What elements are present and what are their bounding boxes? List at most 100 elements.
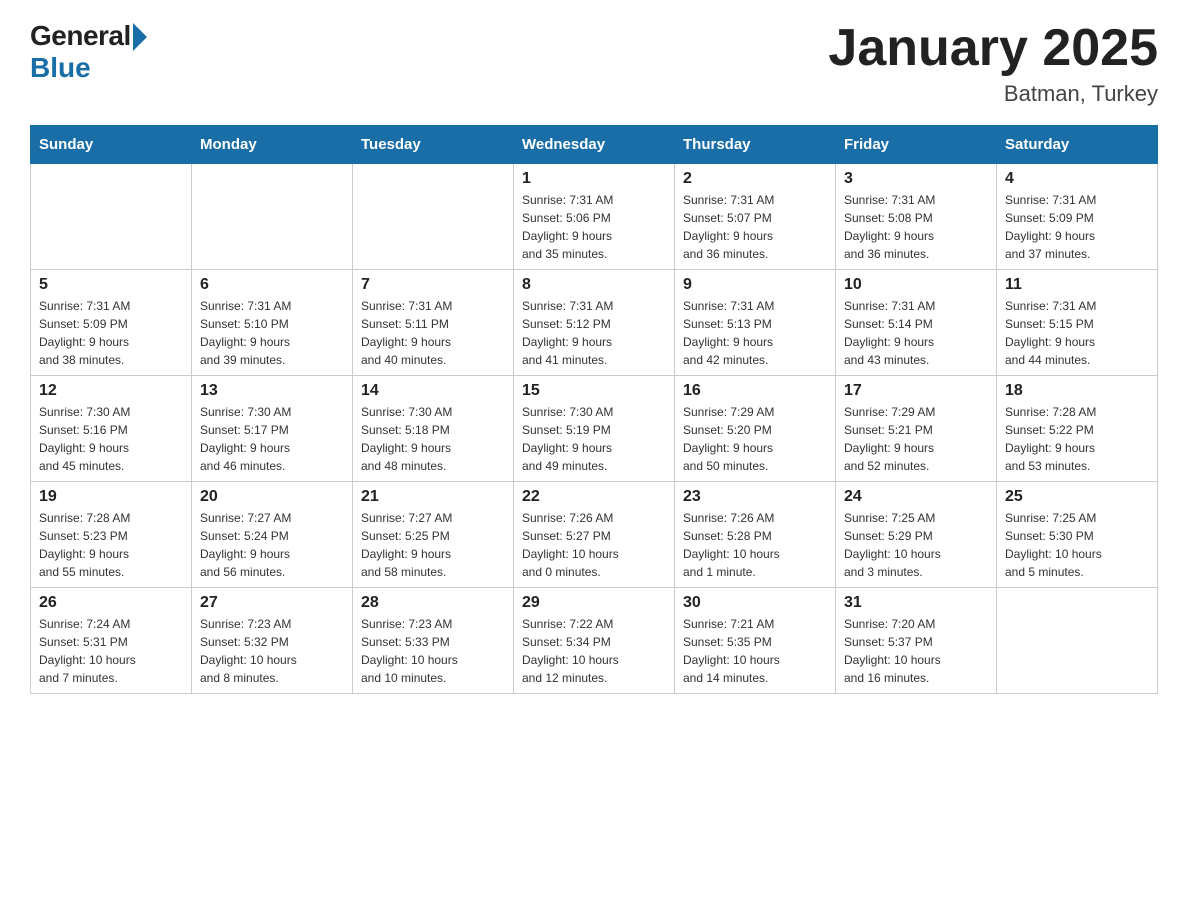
day-number: 10	[844, 276, 988, 294]
calendar-week-row: 1 Sunrise: 7:31 AMSunset: 5:06 PMDaylight…	[31, 164, 1158, 270]
calendar-week-row: 5 Sunrise: 7:31 AMSunset: 5:09 PMDaylight…	[31, 270, 1158, 376]
header-cell-tuesday: Tuesday	[353, 126, 514, 164]
calendar-cell: 22 Sunrise: 7:26 AMSunset: 5:27 PMDayligh…	[514, 482, 675, 588]
calendar-week-row: 12 Sunrise: 7:30 AMSunset: 5:16 PMDayligh…	[31, 376, 1158, 482]
day-info: Sunrise: 7:25 AMSunset: 5:29 PMDaylight:…	[844, 509, 988, 581]
day-info: Sunrise: 7:20 AMSunset: 5:37 PMDaylight:…	[844, 615, 988, 687]
header-cell-thursday: Thursday	[675, 126, 836, 164]
calendar-cell: 23 Sunrise: 7:26 AMSunset: 5:28 PMDayligh…	[675, 482, 836, 588]
calendar-cell	[997, 588, 1158, 694]
day-info: Sunrise: 7:31 AMSunset: 5:09 PMDaylight:…	[39, 297, 183, 369]
header-cell-monday: Monday	[192, 126, 353, 164]
day-info: Sunrise: 7:31 AMSunset: 5:12 PMDaylight:…	[522, 297, 666, 369]
day-info: Sunrise: 7:28 AMSunset: 5:22 PMDaylight:…	[1005, 403, 1149, 475]
calendar-cell: 2 Sunrise: 7:31 AMSunset: 5:07 PMDaylight…	[675, 164, 836, 270]
day-info: Sunrise: 7:31 AMSunset: 5:06 PMDaylight:…	[522, 191, 666, 263]
calendar-cell: 12 Sunrise: 7:30 AMSunset: 5:16 PMDayligh…	[31, 376, 192, 482]
calendar-cell: 8 Sunrise: 7:31 AMSunset: 5:12 PMDaylight…	[514, 270, 675, 376]
day-number: 8	[522, 276, 666, 294]
day-info: Sunrise: 7:28 AMSunset: 5:23 PMDaylight:…	[39, 509, 183, 581]
day-info: Sunrise: 7:23 AMSunset: 5:32 PMDaylight:…	[200, 615, 344, 687]
calendar-cell: 30Sunrise: 7:21 AMSunset: 5:35 PMDayligh…	[675, 588, 836, 694]
calendar-header-row: SundayMondayTuesdayWednesdayThursdayFrid…	[31, 126, 1158, 164]
day-info: Sunrise: 7:25 AMSunset: 5:30 PMDaylight:…	[1005, 509, 1149, 581]
day-info: Sunrise: 7:29 AMSunset: 5:20 PMDaylight:…	[683, 403, 827, 475]
day-number: 5	[39, 276, 183, 294]
day-number: 2	[683, 170, 827, 188]
day-number: 27	[200, 594, 344, 612]
calendar-cell: 19Sunrise: 7:28 AMSunset: 5:23 PMDayligh…	[31, 482, 192, 588]
day-number: 12	[39, 382, 183, 400]
day-number: 17	[844, 382, 988, 400]
logo-arrow-icon	[133, 23, 147, 51]
day-info: Sunrise: 7:30 AMSunset: 5:18 PMDaylight:…	[361, 403, 505, 475]
day-number: 23	[683, 488, 827, 506]
day-info: Sunrise: 7:31 AMSunset: 5:14 PMDaylight:…	[844, 297, 988, 369]
day-number: 15	[522, 382, 666, 400]
header-cell-friday: Friday	[836, 126, 997, 164]
title-area: January 2025 Batman, Turkey	[828, 20, 1158, 107]
calendar-cell: 15Sunrise: 7:30 AMSunset: 5:19 PMDayligh…	[514, 376, 675, 482]
calendar-cell: 7 Sunrise: 7:31 AMSunset: 5:11 PMDaylight…	[353, 270, 514, 376]
day-info: Sunrise: 7:27 AMSunset: 5:24 PMDaylight:…	[200, 509, 344, 581]
header-cell-saturday: Saturday	[997, 126, 1158, 164]
calendar-cell: 18 Sunrise: 7:28 AMSunset: 5:22 PMDayligh…	[997, 376, 1158, 482]
calendar-cell	[192, 164, 353, 270]
day-number: 29	[522, 594, 666, 612]
calendar: SundayMondayTuesdayWednesdayThursdayFrid…	[30, 125, 1158, 694]
day-info: Sunrise: 7:30 AMSunset: 5:16 PMDaylight:…	[39, 403, 183, 475]
day-number: 20	[200, 488, 344, 506]
day-number: 30	[683, 594, 827, 612]
calendar-cell	[353, 164, 514, 270]
day-number: 11	[1005, 276, 1149, 294]
calendar-cell: 17Sunrise: 7:29 AMSunset: 5:21 PMDayligh…	[836, 376, 997, 482]
calendar-cell: 21Sunrise: 7:27 AMSunset: 5:25 PMDayligh…	[353, 482, 514, 588]
day-info: Sunrise: 7:23 AMSunset: 5:33 PMDaylight:…	[361, 615, 505, 687]
day-info: Sunrise: 7:26 AMSunset: 5:28 PMDaylight:…	[683, 509, 827, 581]
calendar-cell: 3Sunrise: 7:31 AMSunset: 5:08 PMDaylight…	[836, 164, 997, 270]
calendar-cell: 4 Sunrise: 7:31 AMSunset: 5:09 PMDaylight…	[997, 164, 1158, 270]
calendar-cell: 25 Sunrise: 7:25 AMSunset: 5:30 PMDayligh…	[997, 482, 1158, 588]
calendar-cell: 16 Sunrise: 7:29 AMSunset: 5:20 PMDayligh…	[675, 376, 836, 482]
day-info: Sunrise: 7:31 AMSunset: 5:08 PMDaylight:…	[844, 191, 988, 263]
day-number: 25	[1005, 488, 1149, 506]
header-cell-sunday: Sunday	[31, 126, 192, 164]
calendar-cell: 10 Sunrise: 7:31 AMSunset: 5:14 PMDayligh…	[836, 270, 997, 376]
header-cell-wednesday: Wednesday	[514, 126, 675, 164]
day-number: 16	[683, 382, 827, 400]
day-number: 26	[39, 594, 183, 612]
day-number: 4	[1005, 170, 1149, 188]
calendar-cell: 6Sunrise: 7:31 AMSunset: 5:10 PMDaylight…	[192, 270, 353, 376]
day-number: 7	[361, 276, 505, 294]
day-number: 22	[522, 488, 666, 506]
calendar-cell: 14 Sunrise: 7:30 AMSunset: 5:18 PMDayligh…	[353, 376, 514, 482]
day-number: 9	[683, 276, 827, 294]
calendar-cell: 26 Sunrise: 7:24 AMSunset: 5:31 PMDayligh…	[31, 588, 192, 694]
day-info: Sunrise: 7:26 AMSunset: 5:27 PMDaylight:…	[522, 509, 666, 581]
day-number: 18	[1005, 382, 1149, 400]
calendar-cell: 27 Sunrise: 7:23 AMSunset: 5:32 PMDayligh…	[192, 588, 353, 694]
header: General Blue January 2025 Batman, Turkey	[30, 20, 1158, 107]
day-number: 31	[844, 594, 988, 612]
calendar-cell: 20 Sunrise: 7:27 AMSunset: 5:24 PMDayligh…	[192, 482, 353, 588]
day-info: Sunrise: 7:30 AMSunset: 5:17 PMDaylight:…	[200, 403, 344, 475]
calendar-cell: 24Sunrise: 7:25 AMSunset: 5:29 PMDayligh…	[836, 482, 997, 588]
day-info: Sunrise: 7:31 AMSunset: 5:09 PMDaylight:…	[1005, 191, 1149, 263]
calendar-week-row: 19Sunrise: 7:28 AMSunset: 5:23 PMDayligh…	[31, 482, 1158, 588]
logo-blue-text: Blue	[30, 52, 91, 84]
logo-general-text: General	[30, 20, 131, 52]
calendar-cell: 28Sunrise: 7:23 AMSunset: 5:33 PMDayligh…	[353, 588, 514, 694]
day-number: 6	[200, 276, 344, 294]
calendar-week-row: 26 Sunrise: 7:24 AMSunset: 5:31 PMDayligh…	[31, 588, 1158, 694]
day-number: 14	[361, 382, 505, 400]
calendar-cell: 31 Sunrise: 7:20 AMSunset: 5:37 PMDayligh…	[836, 588, 997, 694]
month-title: January 2025	[828, 20, 1158, 77]
location-title: Batman, Turkey	[828, 81, 1158, 107]
calendar-cell: 1 Sunrise: 7:31 AMSunset: 5:06 PMDaylight…	[514, 164, 675, 270]
day-info: Sunrise: 7:31 AMSunset: 5:07 PMDaylight:…	[683, 191, 827, 263]
day-info: Sunrise: 7:31 AMSunset: 5:11 PMDaylight:…	[361, 297, 505, 369]
day-info: Sunrise: 7:24 AMSunset: 5:31 PMDaylight:…	[39, 615, 183, 687]
calendar-cell: 5 Sunrise: 7:31 AMSunset: 5:09 PMDaylight…	[31, 270, 192, 376]
calendar-cell: 29Sunrise: 7:22 AMSunset: 5:34 PMDayligh…	[514, 588, 675, 694]
day-number: 1	[522, 170, 666, 188]
